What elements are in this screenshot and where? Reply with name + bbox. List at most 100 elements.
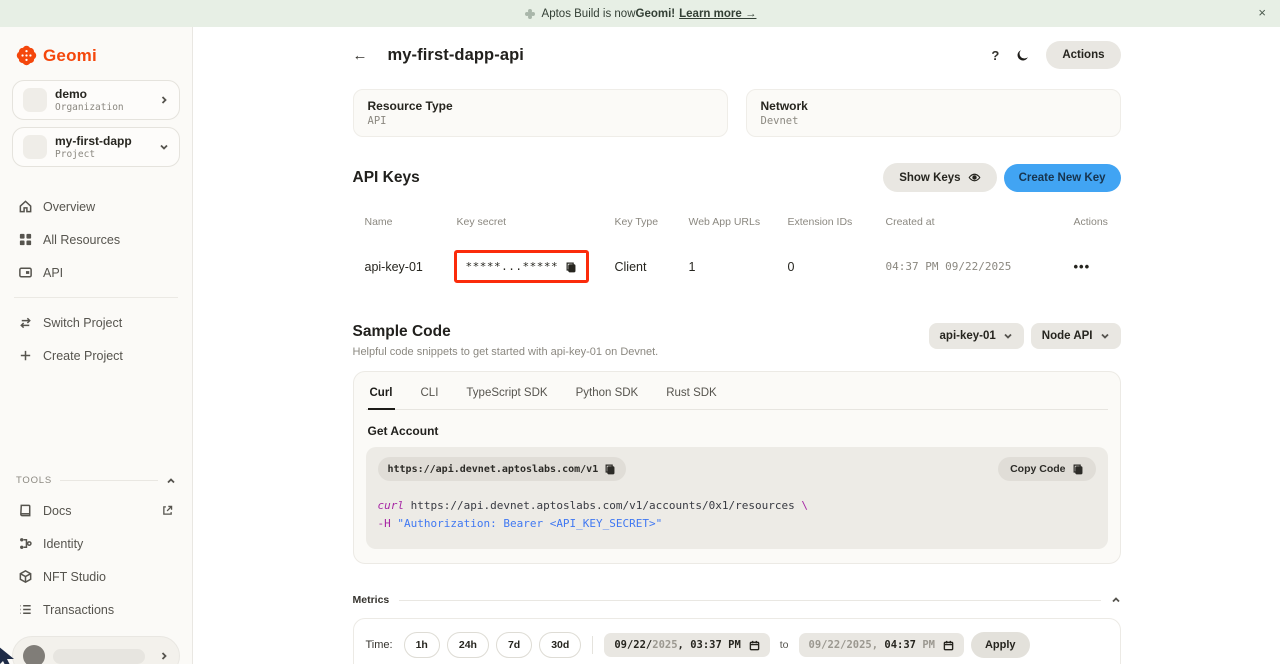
code-tabs: Curl CLI TypeScript SDK Python SDK Rust …	[366, 372, 1108, 410]
banner-close-icon[interactable]: ×	[1258, 4, 1266, 22]
cube-icon	[18, 569, 33, 584]
chevron-right-icon	[159, 95, 169, 105]
info-label: Network	[761, 99, 1106, 113]
sidebar-item-transactions[interactable]: Transactions	[12, 593, 180, 626]
banner-brand: Geomi!	[636, 8, 676, 20]
column-header: Created at	[874, 216, 1052, 228]
calendar-icon[interactable]	[749, 640, 760, 651]
tab-cli[interactable]: CLI	[419, 372, 441, 409]
project-selector[interactable]: my-first-dapp Project	[12, 127, 180, 167]
snippet-title: Get Account	[368, 424, 1106, 438]
org-name: demo	[55, 87, 151, 101]
org-selector[interactable]: demo Organization	[12, 80, 180, 120]
code-flag: -H	[378, 517, 391, 530]
column-header: Key secret	[445, 216, 603, 228]
tools-divider	[60, 480, 158, 481]
info-value: API	[368, 115, 713, 127]
logo[interactable]: Geomi	[12, 41, 180, 80]
preset-1h[interactable]: 1h	[404, 632, 440, 658]
project-avatar	[23, 135, 47, 159]
account-menu[interactable]	[12, 636, 180, 664]
column-header: Name	[353, 216, 445, 228]
sidebar-item-label: All Resources	[43, 233, 120, 247]
resource-type-card: Resource Type API	[353, 89, 728, 137]
code-snippet: curl https://api.devnet.aptoslabs.com/v1…	[378, 497, 1096, 533]
sample-code-subtitle: Helpful code snippets to get started wit…	[353, 346, 659, 358]
sidebar-item-docs[interactable]: Docs	[12, 494, 180, 527]
project-name: my-first-dapp	[55, 134, 151, 148]
org-avatar	[23, 88, 47, 112]
chevron-down-icon	[1003, 331, 1013, 341]
to-label: to	[780, 639, 789, 651]
tab-rust-sdk[interactable]: Rust SDK	[664, 372, 719, 409]
metrics-section-toggle[interactable]: Metrics	[353, 594, 1121, 606]
dark-mode-icon[interactable]	[1015, 48, 1030, 63]
created-at-cell: 04:37 PM 09/22/2025	[874, 260, 1052, 273]
row-actions-menu[interactable]: •••	[1052, 259, 1121, 274]
key-name-cell: api-key-01	[353, 260, 445, 274]
separator	[592, 636, 593, 654]
tab-curl[interactable]: Curl	[368, 372, 395, 410]
sample-code-card: Curl CLI TypeScript SDK Python SDK Rust …	[353, 371, 1121, 564]
date-segment: PM	[916, 639, 935, 651]
copy-icon	[604, 463, 616, 475]
date-from-input[interactable]: 09/22/2025, 03:37 PM	[604, 633, 769, 657]
api-keys-title: API Keys	[353, 169, 420, 187]
mouse-cursor	[0, 646, 18, 664]
sidebar-item-switch-project[interactable]: Switch Project	[12, 306, 180, 339]
show-keys-button[interactable]: Show Keys	[883, 163, 996, 192]
base-url-text: https://api.devnet.aptoslabs.com/v1	[388, 464, 599, 475]
date-to-input[interactable]: 09/22/2025, 04:37 PM	[799, 633, 964, 657]
sidebar-divider	[14, 297, 178, 298]
learn-more-link[interactable]: Learn more →	[679, 8, 756, 20]
tab-python-sdk[interactable]: Python SDK	[574, 372, 641, 409]
key-secret-highlight: *****...*****	[454, 250, 590, 283]
tools-section-toggle[interactable]: TOOLS	[12, 471, 180, 490]
api-select-dropdown[interactable]: Node API	[1031, 323, 1121, 349]
sidebar: Geomi demo Organization my-first-dapp Pr…	[0, 27, 193, 664]
preset-7d[interactable]: 7d	[496, 632, 532, 658]
project-type: Project	[55, 149, 151, 160]
info-value: Devnet	[761, 115, 1106, 127]
key-select-dropdown[interactable]: api-key-01	[929, 323, 1024, 349]
base-url-chip[interactable]: https://api.devnet.aptoslabs.com/v1	[378, 457, 627, 481]
calendar-icon[interactable]	[943, 640, 954, 651]
column-header: Key Type	[603, 216, 677, 228]
code-url: https://api.devnet.aptoslabs.com/v1/acco…	[404, 499, 801, 512]
sidebar-item-create-project[interactable]: Create Project	[12, 339, 180, 372]
help-icon[interactable]: ?	[991, 48, 999, 63]
banner-text: Aptos Build is now	[542, 8, 636, 20]
sidebar-item-label: Identity	[43, 537, 83, 551]
column-header: Actions	[1052, 216, 1121, 228]
switch-arrows-icon	[18, 315, 33, 330]
sidebar-item-overview[interactable]: Overview	[12, 190, 180, 223]
copy-icon[interactable]	[565, 261, 577, 273]
sidebar-item-label: Create Project	[43, 349, 123, 363]
geomi-logo-icon	[16, 45, 37, 66]
grid-icon	[18, 232, 33, 247]
preset-24h[interactable]: 24h	[447, 632, 489, 658]
date-segment: 09/22/	[614, 639, 652, 651]
chevron-up-icon	[1111, 595, 1121, 605]
apply-button[interactable]: Apply	[971, 632, 1030, 658]
key-select-value: api-key-01	[940, 330, 996, 342]
card-icon	[18, 265, 33, 280]
logo-text: Geomi	[43, 46, 97, 66]
code-continuation: \	[801, 499, 808, 512]
column-header: Web App URLs	[677, 216, 776, 228]
sidebar-item-nft-studio[interactable]: NFT Studio	[12, 560, 180, 593]
create-new-key-button[interactable]: Create New Key	[1004, 164, 1121, 192]
back-button[interactable]: ←	[353, 47, 368, 64]
date-segment: 2025	[652, 639, 677, 651]
avatar	[23, 645, 45, 664]
copy-code-button[interactable]: Copy Code	[998, 457, 1095, 481]
actions-button[interactable]: Actions	[1046, 41, 1120, 69]
key-secret-value[interactable]: *****...*****	[466, 260, 578, 273]
code-string: "Authorization: Bearer <API_KEY_SECRET>"	[391, 517, 663, 530]
preset-30d[interactable]: 30d	[539, 632, 581, 658]
sidebar-item-api[interactable]: API	[12, 256, 180, 289]
copy-code-label: Copy Code	[1010, 463, 1065, 475]
sidebar-item-all-resources[interactable]: All Resources	[12, 223, 180, 256]
sidebar-item-identity[interactable]: Identity	[12, 527, 180, 560]
tab-typescript-sdk[interactable]: TypeScript SDK	[464, 372, 549, 409]
